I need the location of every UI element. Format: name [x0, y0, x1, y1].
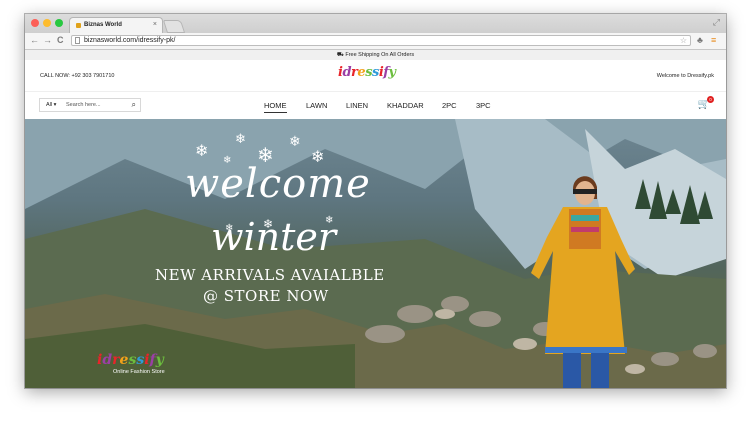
- favicon-icon: [76, 23, 81, 28]
- mountain-scene: [25, 119, 726, 388]
- banner-logo: idressify: [97, 352, 164, 368]
- banner-arrivals-text: NEW ARRIVALS AVAIALBLE: [155, 266, 385, 284]
- page-icon: [75, 37, 80, 44]
- site-header: CALL NOW: +92 303 7901710 idressify Welc…: [25, 60, 726, 90]
- new-tab-button[interactable]: [162, 20, 186, 33]
- search-input[interactable]: Search here...: [66, 102, 101, 108]
- nav-lawn[interactable]: LAWN: [306, 101, 327, 110]
- banner-headline: welcome: [185, 161, 371, 207]
- browser-window: Biznas World × ⤢ ← → C biznasworld.com/i…: [25, 14, 726, 388]
- back-icon[interactable]: ←: [30, 35, 39, 45]
- reload-icon[interactable]: C: [57, 35, 64, 45]
- tab-title: Biznas World: [84, 22, 122, 28]
- banner-subheadline: winter: [211, 215, 337, 259]
- snowflake-icon: ❄: [235, 131, 246, 146]
- nav-linen[interactable]: LINEN: [346, 101, 368, 110]
- site-logo[interactable]: idressify: [338, 65, 396, 80]
- extension-icon[interactable]: ♣: [697, 35, 703, 45]
- truck-icon: ⛟: [336, 52, 344, 58]
- nav-3pc[interactable]: 3PC: [476, 101, 491, 110]
- fullscreen-icon[interactable]: ⤢: [713, 17, 720, 28]
- main-nav: All ▾ Search here... ⌕ HOME LAWN LINEN K…: [25, 91, 726, 119]
- nav-khaddar[interactable]: KHADDAR: [387, 101, 424, 110]
- maximize-window-icon[interactable]: [55, 19, 63, 27]
- close-window-icon[interactable]: [31, 19, 39, 27]
- menu-icon[interactable]: ≡: [711, 35, 716, 45]
- search-box[interactable]: All ▾ Search here... ⌕: [39, 98, 141, 112]
- shipping-bar: ⛟ Free Shipping On All Orders: [25, 50, 726, 60]
- nav-2pc[interactable]: 2PC: [442, 101, 457, 110]
- banner-store-text: @ STORE NOW: [203, 287, 329, 305]
- tab-close-icon[interactable]: ×: [153, 21, 157, 28]
- cart-icon[interactable]: 🛒 0: [698, 96, 714, 110]
- url-text: biznasworld.com/idressify-pk/: [84, 37, 176, 44]
- browser-tab[interactable]: Biznas World ×: [69, 17, 163, 33]
- star-icon[interactable]: ☆: [680, 36, 687, 45]
- address-bar[interactable]: biznasworld.com/idressify-pk/ ☆: [71, 35, 691, 46]
- nav-home[interactable]: HOME: [264, 101, 287, 113]
- minimize-window-icon[interactable]: [43, 19, 51, 27]
- banner-logo-subtitle: Online Fashion Store: [113, 369, 165, 375]
- snowflake-icon: ❄: [289, 133, 301, 149]
- tab-bar: Biznas World × ⤢: [25, 14, 726, 33]
- cart-badge: 0: [707, 96, 714, 103]
- shipping-notice: Free Shipping On All Orders: [345, 52, 415, 58]
- welcome-text: Welcome to Dressify.pk: [656, 73, 714, 79]
- address-toolbar: ← → C biznasworld.com/idressify-pk/ ☆ ♣ …: [25, 33, 726, 50]
- search-icon[interactable]: ⌕: [132, 100, 136, 110]
- category-select[interactable]: All ▾: [46, 102, 56, 108]
- snowflake-icon: ❄: [195, 143, 209, 160]
- forward-icon[interactable]: →: [43, 35, 52, 45]
- call-now: CALL NOW: +92 303 7901710: [40, 73, 115, 79]
- hero-banner[interactable]: ❄ ❄ ❄ ❄ ❄ ❄ ❄ ❄ ❄ welcome winter NEW ARR…: [25, 119, 726, 388]
